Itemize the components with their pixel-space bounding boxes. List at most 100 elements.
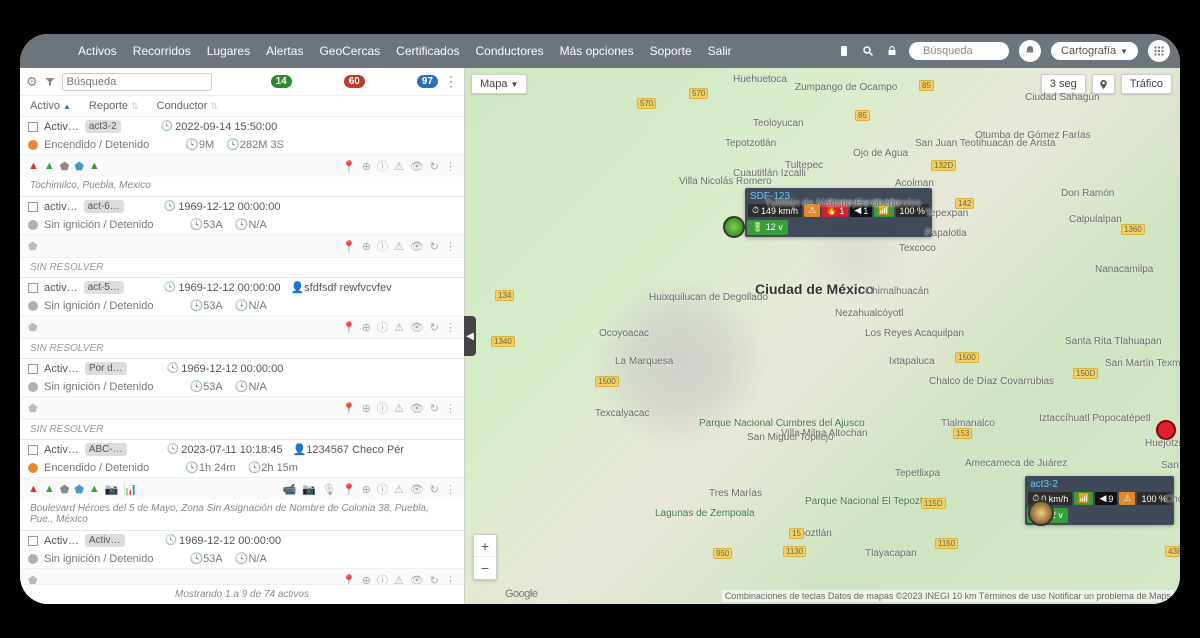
map-place-label: Nezahualcóyotl [835,308,903,319]
vehicle-marker-2[interactable] [1028,500,1054,526]
road-shield: 132D [931,160,956,171]
road-shield: 134 [495,290,514,301]
nav-activos[interactable]: Activos [70,44,125,58]
map-place-label: La Marquesa [615,356,673,367]
traffic-button[interactable]: Tráfico [1121,74,1172,94]
asset-name: Activ… [44,535,79,547]
metric-1: 🕓9M [185,138,214,151]
map-place-label: Otumba de Gómez Farías [975,130,1091,141]
warn-cell: ⚠ [1119,492,1135,505]
asset-status: Encendido / Detenido [44,139,149,151]
action-icons[interactable]: 📍⊕ⓘ⚠👁↻⋮ [342,319,456,335]
checkbox[interactable] [28,202,38,212]
checkbox[interactable] [28,536,38,546]
status-dot [28,382,38,392]
map-place-label: Ocoyoacac [599,328,649,339]
nav-conductores[interactable]: Conductores [468,44,552,58]
map-style-button[interactable]: Cartografía ▼ [1051,42,1138,60]
nav-geocercas[interactable]: GeoCercas [311,44,388,58]
apps-grid-icon[interactable] [1148,40,1170,62]
notifications-icon[interactable] [1019,40,1041,62]
global-search-input[interactable]: Búsqueda [909,42,1009,60]
sidebar-search-input[interactable] [62,73,212,91]
map-place-label: San Miguel Topilejo [747,432,834,443]
sort-tabs: Activo▲ Reporte⇅ Conductor⇅ [20,96,464,117]
asset-list[interactable]: Activ…act3-2🕓2022-09-14 15:50:00Encendid… [20,117,464,584]
gear-icon[interactable]: ⚙ [26,74,38,90]
map-mode-button[interactable]: Mapa ▼ [471,74,527,94]
action-icons[interactable]: 📍⊕ⓘ⚠👁↻⋮ [342,158,456,174]
asset-status: Sin ignición / Detenido [44,219,153,231]
asset-row[interactable]: Activ…Por d…🕓1969-12-12 00:00:00Sin igni… [20,359,464,440]
more-icon[interactable]: ⋮ [444,73,458,90]
asset-chip[interactable]: act3-2 [85,120,121,133]
map-place-label: Ciudad Sahagún [1025,92,1100,103]
badge-blue[interactable]: 97 [417,75,438,88]
nav-recorridos[interactable]: Recorridos [125,44,199,58]
status-dot [28,140,38,150]
map-place-label: San Francisco Ocotlán [1161,460,1180,471]
map-place-label: Iztaccíhuatl Popocatépetl [1039,413,1151,424]
refresh-interval-button[interactable]: 3 seg [1041,74,1086,94]
road-shield: 85 [855,110,870,121]
nav-soporte[interactable]: Soporte [642,44,700,58]
asset-row[interactable]: Activ…act3-2🕓2022-09-14 15:50:00Encendid… [20,117,464,197]
tab-conductor[interactable]: Conductor⇅ [157,100,218,112]
road-shield: 153 [953,428,972,439]
asset-name: activ… [44,201,78,213]
vehicle-tooltip-1[interactable]: SDF-123 ⏱ 149 km/h ⚠ 🔥1 ◀1 📶 100 % 🔋 12 … [745,188,932,237]
badge-red[interactable]: 60 [344,75,365,88]
zoom-out-button[interactable]: − [474,557,496,579]
vehicle-marker-1[interactable] [723,216,745,238]
filter-icon[interactable] [44,76,56,88]
action-icons[interactable]: 📍⊕ⓘ⚠👁↻⋮ [342,572,456,584]
asset-chip[interactable]: Por d… [85,362,127,375]
asset-chip[interactable]: Activ… [85,534,125,547]
checkbox[interactable] [28,122,38,132]
asset-chip[interactable]: ABC-… [85,443,127,456]
checkbox[interactable] [28,283,38,293]
map-place-label: Acolman [895,178,934,189]
metric-2: 🕓N/A [235,380,267,393]
asset-row[interactable]: Activ…ABC-…🕓2023-07-11 10:18:45👤1234567 … [20,440,464,531]
map-place-label: Huehuetoca [733,74,787,85]
nav-lugares[interactable]: Lugares [199,44,258,58]
asset-time: 🕓1969-12-12 00:00:00 [167,363,284,375]
metric-2: 🕓N/A [235,218,267,231]
unresolved-label: SIN RESOLVER [20,257,464,277]
nav-mas[interactable]: Más opciones [552,44,642,58]
map-place-label: Nanacamilpa [1095,264,1153,275]
asset-chip[interactable]: act-6… [84,200,124,213]
collapse-sidebar-handle[interactable]: ◀ [464,316,476,356]
action-icons[interactable]: 📹📷🎙📍⊕ⓘ⚠👁↻⋮ [283,481,456,497]
tab-reporte[interactable]: Reporte⇅ [89,100,139,112]
phone-icon[interactable] [837,44,851,58]
map-place-label: Chalco de Díaz Covarrubias [929,376,1054,387]
asset-chip[interactable]: act-5… [84,281,124,294]
nav-certificados[interactable]: Certificados [388,44,467,58]
vehicle-marker-3[interactable] [1156,420,1176,440]
nav-salir[interactable]: Salir [700,44,740,58]
tooltip-title: act3-2 [1027,478,1172,491]
asset-row[interactable]: activ…act-6…🕓1969-12-12 00:00:00Sin igni… [20,197,464,278]
map-canvas[interactable]: ◀ Mapa ▼ 3 seg Tráfico SDF-123 ⏱ 149 km/… [465,68,1180,604]
lock-icon[interactable] [885,44,899,58]
locate-icon[interactable] [1092,74,1115,94]
map-place-label: Huejotzingo [1145,438,1180,449]
tab-activo[interactable]: Activo▲ [30,100,71,112]
road-shield: 570 [689,88,708,99]
action-icons[interactable]: 📍⊕ⓘ⚠👁↻⋮ [342,400,456,416]
nav-alertas[interactable]: Alertas [258,44,311,58]
checkbox[interactable] [28,445,38,455]
zoom-in-button[interactable]: + [474,535,496,557]
checkbox[interactable] [28,364,38,374]
nav-cell: ◀9 [1095,492,1117,505]
road-shield: 150D [1073,368,1098,379]
badge-green[interactable]: 14 [271,75,292,88]
action-icons[interactable]: 📍⊕ⓘ⚠👁↻⋮ [342,238,456,254]
asset-row[interactable]: activ…act-5…🕓1969-12-12 00:00:00👤sfdfsdf… [20,278,464,359]
map-place-label: Cholula [1165,494,1180,505]
search-icon[interactable] [861,44,875,58]
asset-row[interactable]: Activ…Activ…🕓1969-12-12 00:00:00Sin igni… [20,531,464,584]
sort-icon: ⇅ [210,101,218,112]
